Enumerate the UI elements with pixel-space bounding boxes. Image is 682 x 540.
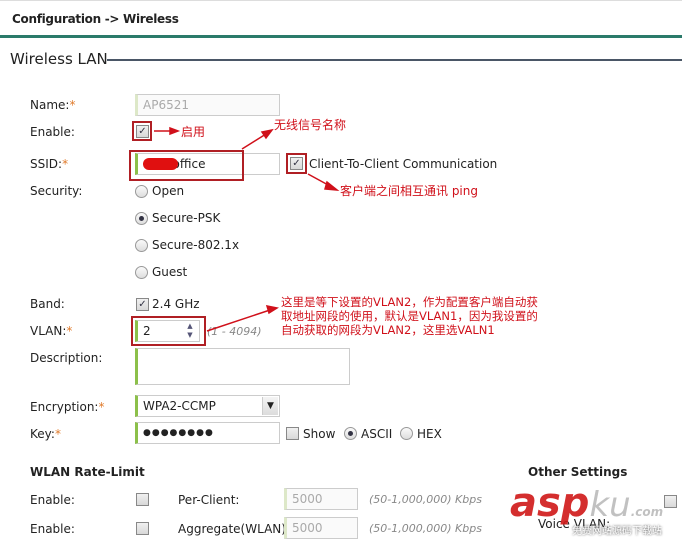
annotation-arrows [154,126,340,332]
annotation-ssid: 无线信号名称 [274,118,347,132]
annotation-c2c: 客户端之间相互通讯 ping [340,184,478,198]
arrow-vlan [206,309,271,332]
annotation-enable: 启用 [181,125,206,139]
arrow-ssid [241,133,267,150]
annotation-vlan: 这里是等下设置的VLAN2，作为配置客户端自动获 取地址网段的使用，默认是VLAN… [281,295,538,337]
